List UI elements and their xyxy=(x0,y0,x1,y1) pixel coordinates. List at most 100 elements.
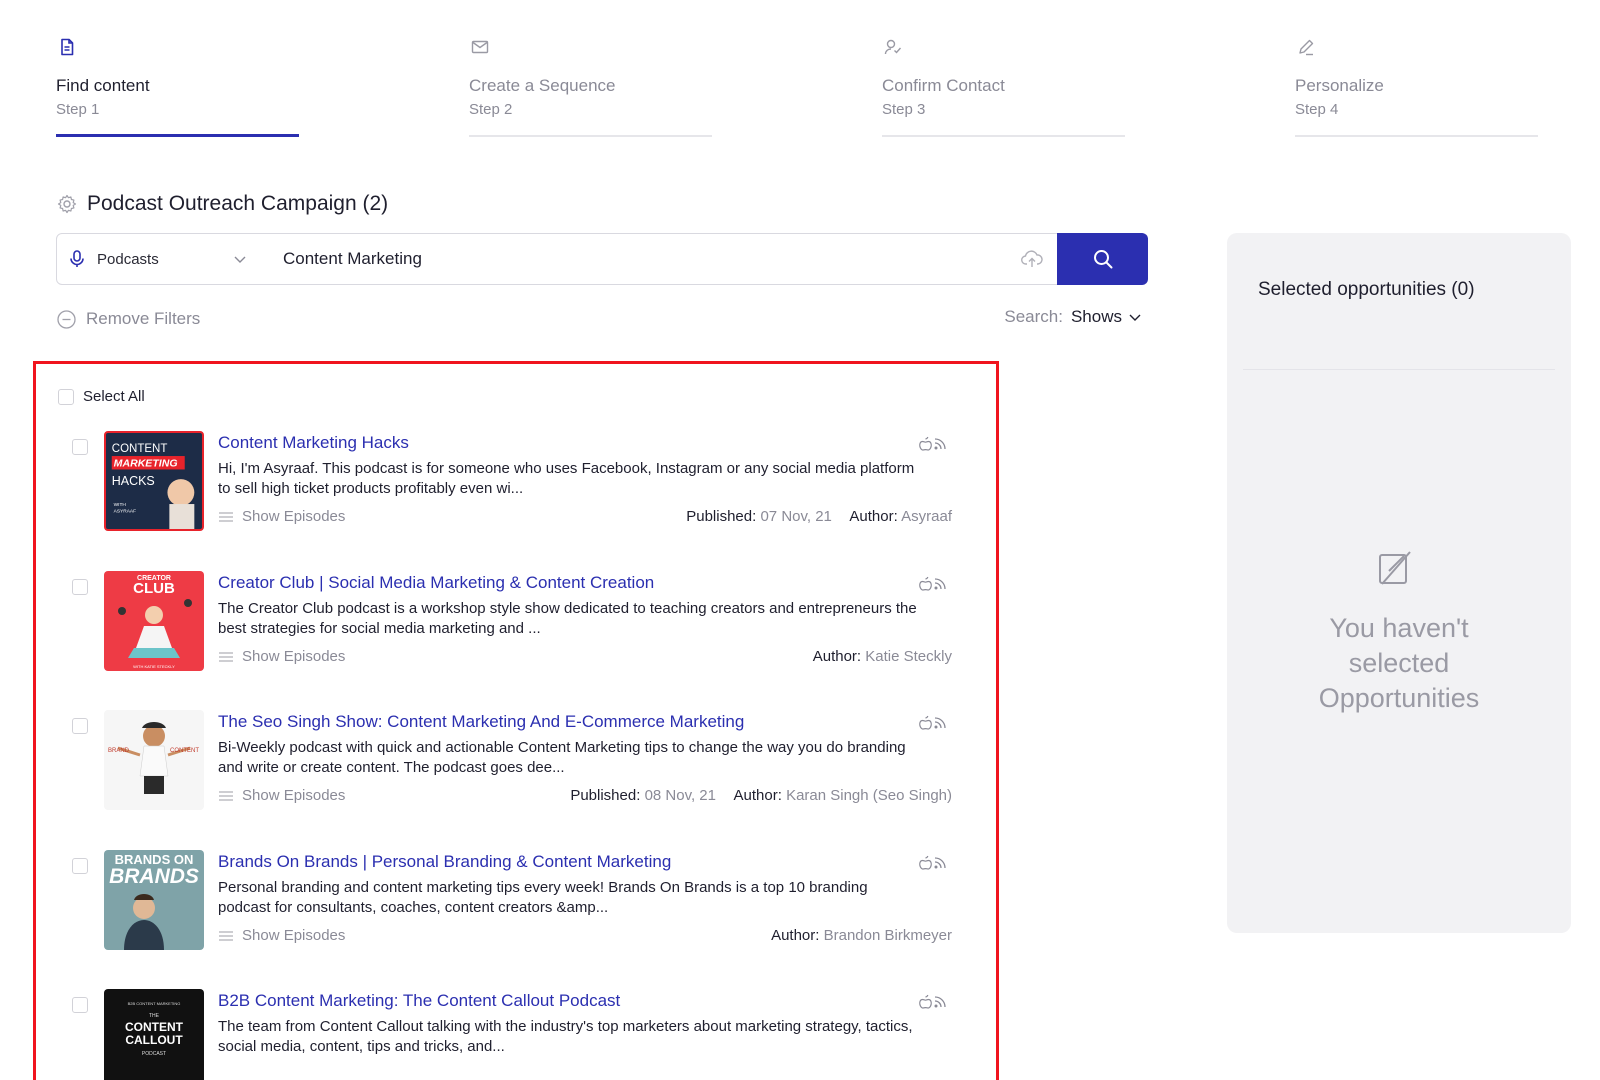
list-icon xyxy=(219,651,233,662)
author-name: Brandon Birkmeyer xyxy=(823,927,952,944)
search-button[interactable] xyxy=(1057,233,1148,285)
search-mode-dropdown[interactable]: Search: Shows xyxy=(1004,307,1142,327)
remove-filters-button[interactable]: Remove Filters xyxy=(57,309,200,329)
apple-podcasts-icon[interactable] xyxy=(918,435,933,451)
apple-podcasts-icon[interactable] xyxy=(918,575,933,591)
item-checkbox[interactable] xyxy=(72,439,88,455)
step-label: Find content xyxy=(56,76,150,95)
rss-icon[interactable] xyxy=(933,575,948,591)
published-label: Published: xyxy=(686,508,757,525)
step-personalize[interactable]: Personalize Step 4 xyxy=(1295,34,1538,140)
rss-icon[interactable] xyxy=(933,435,948,451)
chevron-down-icon xyxy=(234,256,246,263)
select-all-checkbox[interactable] xyxy=(58,388,74,405)
cover-text: CONTENT xyxy=(125,1020,184,1034)
step-confirm-contact[interactable]: Confirm Contact Step 3 xyxy=(882,34,1125,140)
cover-text: THE xyxy=(149,1013,160,1019)
gear-icon[interactable] xyxy=(57,194,77,214)
document-icon xyxy=(61,38,74,56)
empty-state-message: You haven't selected Opportunities xyxy=(1227,611,1571,716)
podcast-title-link[interactable]: Creator Club | Social Media Marketing & … xyxy=(218,573,654,593)
step-find-content[interactable]: Find content Step 1 xyxy=(56,34,299,140)
cover-text: B2B CONTENT MARKETING xyxy=(128,1001,181,1006)
platform-icons xyxy=(918,854,948,870)
rss-icon[interactable] xyxy=(933,714,948,730)
item-checkbox[interactable] xyxy=(72,997,88,1013)
cover-art: BRANDS ON BRANDS xyxy=(109,852,199,950)
cover-text: CLUB xyxy=(133,580,175,597)
step-progress-line xyxy=(882,135,1125,137)
podcast-description: The Creator Club podcast is a workshop s… xyxy=(218,600,917,637)
podcast-title-link[interactable]: The Seo Singh Show: Content Marketing An… xyxy=(218,712,744,732)
step-number: Step 1 xyxy=(56,101,100,118)
platform-icons xyxy=(918,714,948,730)
show-episodes-label: Show Episodes xyxy=(242,508,346,525)
author-name: Katie Steckly xyxy=(865,648,952,665)
podcast-title-link[interactable]: B2B Content Marketing: The Content Callo… xyxy=(218,991,620,1011)
list-item: BRANDS ON BRANDS Brands On Brands | Pers… xyxy=(72,850,952,954)
author-label: Author: xyxy=(771,927,820,944)
platform-icons xyxy=(918,435,948,451)
list-icon xyxy=(219,930,233,941)
search-icon xyxy=(1093,250,1112,269)
panel-title: Selected opportunities (0) xyxy=(1258,279,1475,300)
search-query-text: Content Marketing xyxy=(283,249,422,268)
cloud-upload-icon[interactable] xyxy=(1021,249,1043,269)
apple-podcasts-icon[interactable] xyxy=(918,714,933,730)
platform-icons xyxy=(918,575,948,591)
show-episodes-button[interactable]: Show Episodes xyxy=(218,927,345,944)
mail-icon xyxy=(471,40,489,54)
show-episodes-label: Show Episodes xyxy=(242,927,346,944)
select-all[interactable]: Select All xyxy=(58,388,145,405)
search-input[interactable]: Content Marketing xyxy=(261,233,1058,285)
step-progress-line xyxy=(1295,135,1538,137)
search-mode-value: Shows xyxy=(1070,307,1122,326)
podcast-meta: Author: Brandon Birkmeyer xyxy=(771,927,952,944)
podcast-description: Bi-Weekly podcast with quick and actiona… xyxy=(218,739,906,776)
campaign-header: Podcast Outreach Campaign (2) xyxy=(57,192,388,216)
podcast-meta: Author: Katie Steckly xyxy=(813,648,952,665)
rss-icon[interactable] xyxy=(933,854,948,870)
show-episodes-button[interactable]: Show Episodes xyxy=(218,508,345,525)
item-checkbox[interactable] xyxy=(72,718,88,734)
cover-art: CONTENT MARKETING HACKS WITH ASYRAAF xyxy=(111,443,195,529)
content-type-dropdown[interactable]: Podcasts xyxy=(56,233,262,285)
show-episodes-label: Show Episodes xyxy=(242,648,346,665)
list-icon xyxy=(219,790,233,801)
cover-text: WITH KATIE STECKLY xyxy=(133,664,175,669)
step-create-sequence[interactable]: Create a Sequence Step 2 xyxy=(469,34,712,140)
show-episodes-button[interactable]: Show Episodes xyxy=(218,648,345,665)
podcast-cover: CONTENT MARKETING HACKS WITH ASYRAAF xyxy=(104,431,204,531)
cover-text: HACKS xyxy=(112,474,155,488)
cover-text: CONTENT xyxy=(170,748,199,754)
list-item: BRAND CONTENT The Seo Singh Show: Conten… xyxy=(72,710,952,814)
item-checkbox[interactable] xyxy=(72,858,88,874)
apple-podcasts-icon[interactable] xyxy=(918,854,933,870)
podcast-title-link[interactable]: Brands On Brands | Personal Branding & C… xyxy=(218,852,671,872)
cover-art: BRAND CONTENT xyxy=(108,722,199,794)
podcast-cover: B2B CONTENT MARKETING THE CONTENT CALLOU… xyxy=(104,989,204,1080)
show-episodes-label: Show Episodes xyxy=(242,787,346,804)
cover-text: BRAND xyxy=(108,748,130,754)
author-label: Author: xyxy=(849,508,898,525)
podcast-description: Personal branding and content marketing … xyxy=(218,879,868,916)
podcast-meta: Published: 07 Nov, 21 Author: Asyraaf xyxy=(686,508,952,525)
podcast-description: Hi, I'm Asyraaf. This podcast is for som… xyxy=(218,460,915,497)
step-number: Step 2 xyxy=(469,101,513,118)
podcast-cover: BRANDS ON BRANDS xyxy=(104,850,204,950)
cover-text: PODCAST xyxy=(142,1051,166,1057)
step-label: Personalize xyxy=(1295,76,1384,95)
rss-icon[interactable] xyxy=(933,993,948,1009)
empty-state-line: Opportunities xyxy=(1318,683,1480,713)
chevron-down-icon xyxy=(1129,314,1141,321)
step-number: Step 4 xyxy=(1295,101,1339,118)
item-checkbox[interactable] xyxy=(72,579,88,595)
results-list: Select All CONTENT MARKETING HACKS WITH … xyxy=(33,361,999,1080)
published-label: Published: xyxy=(570,787,641,804)
cover-text: CALLOUT xyxy=(125,1033,183,1047)
author-label: Author: xyxy=(812,648,862,665)
apple-podcasts-icon[interactable] xyxy=(918,993,933,1009)
podcast-title-link[interactable]: Content Marketing Hacks xyxy=(218,433,409,453)
cover-text: ASYRAAF xyxy=(114,509,136,515)
show-episodes-button[interactable]: Show Episodes xyxy=(218,787,345,804)
